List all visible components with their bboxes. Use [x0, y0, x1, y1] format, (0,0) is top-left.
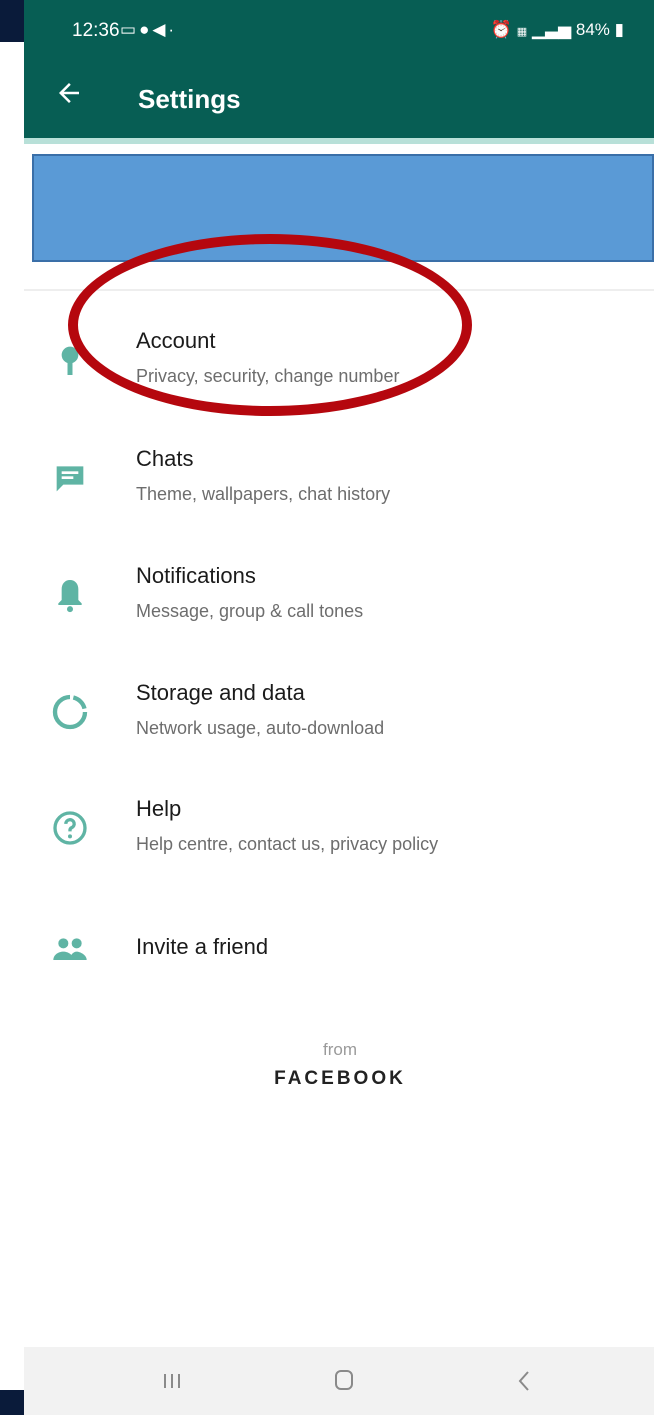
battery-percent: 84% [575, 20, 610, 39]
settings-item-subtitle: Help centre, contact us, privacy policy [136, 834, 439, 854]
people-icon [53, 938, 87, 960]
status-bar: 12:36 ▭●◀· ⏰ ▦ ▁▃▅ 84% ▮ [24, 0, 654, 60]
storage-icon [52, 694, 88, 730]
status-left-icons: ▭●◀· [120, 20, 177, 40]
app-bar: Settings [24, 60, 654, 138]
status-right-icons: ⏰ ▦ ▁▃▅ 84% ▮ [491, 20, 624, 40]
settings-item-help[interactable]: Help Help centre, contact us, privacy po… [24, 786, 654, 876]
signal-icon: ▁▃▅ [531, 20, 572, 39]
telegram-icon: ◀ [152, 20, 169, 39]
swiggy-icon: ● [139, 20, 153, 39]
status-time: 12:36 [72, 20, 120, 41]
left-frame-bottom [0, 1390, 24, 1415]
page-title: Settings [138, 84, 241, 114]
settings-item-storage[interactable]: Storage and data Network usage, auto-dow… [24, 670, 654, 760]
phone-screen: 12:36 ▭●◀· ⏰ ▦ ▁▃▅ 84% ▮ Settings Accoun… [24, 0, 654, 1415]
cast-icon: ▭ [120, 20, 140, 39]
settings-item-title: Help [136, 796, 182, 821]
section-divider [24, 289, 654, 291]
app-bar-divider [24, 138, 654, 144]
settings-item-subtitle: Network usage, auto-download [136, 718, 385, 738]
settings-item-title: Account [136, 328, 216, 353]
chat-icon [56, 466, 84, 492]
volte-icon: ▦ [516, 26, 528, 38]
settings-item-subtitle: Theme, wallpapers, chat history [136, 484, 391, 504]
footer-brand: FACEBOOK [274, 1068, 406, 1089]
left-frame-top [0, 0, 24, 42]
settings-item-title: Chats [136, 446, 194, 471]
back-icon[interactable] [504, 1363, 544, 1399]
settings-item-invite[interactable]: Invite a friend [24, 914, 654, 1004]
battery-icon: ▮ [614, 20, 624, 39]
alarm-icon: ⏰ [490, 20, 513, 39]
settings-item-account[interactable]: Account Privacy, security, change number [24, 318, 654, 408]
settings-item-title: Invite a friend [136, 934, 269, 959]
profile-banner[interactable] [32, 154, 654, 262]
dot-icon: · [168, 20, 178, 39]
settings-item-notifications[interactable]: Notifications Message, group & call tone… [24, 553, 654, 643]
help-icon [53, 811, 87, 845]
bell-icon [58, 580, 82, 613]
recents-icon[interactable] [152, 1363, 192, 1399]
settings-item-chats[interactable]: Chats Theme, wallpapers, chat history [24, 436, 654, 526]
arrow-left-icon[interactable] [54, 78, 84, 108]
footer-from-label: from [323, 1040, 357, 1059]
settings-item-subtitle: Message, group & call tones [136, 601, 364, 621]
settings-item-title: Storage and data [136, 680, 305, 705]
system-nav-bar [24, 1347, 654, 1415]
settings-item-subtitle: Privacy, security, change number [136, 366, 400, 386]
key-icon [61, 346, 79, 375]
home-icon[interactable] [324, 1363, 364, 1399]
left-frame [0, 0, 24, 1415]
settings-item-title: Notifications [136, 563, 256, 588]
